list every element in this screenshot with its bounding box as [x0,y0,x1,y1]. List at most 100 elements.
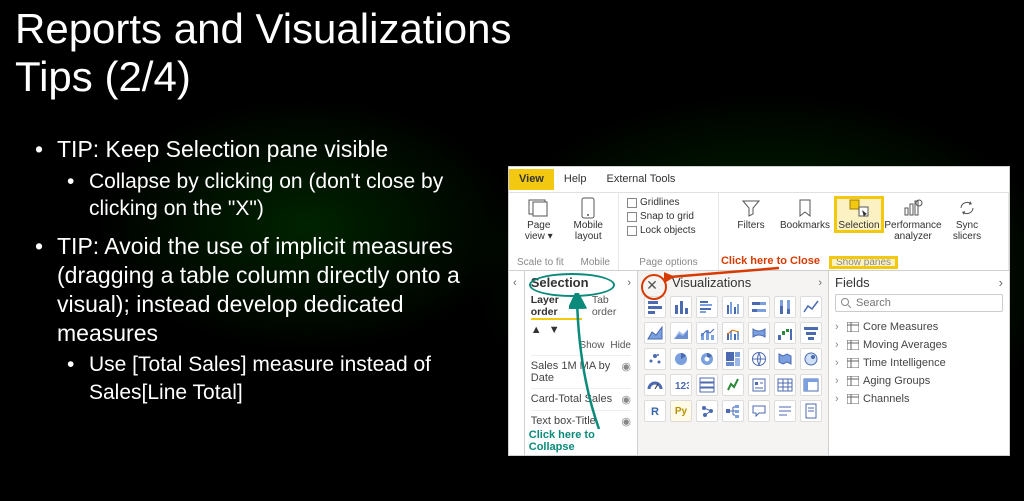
reorder-arrows[interactable]: ▲ ▼ [531,324,631,336]
map-icon[interactable] [748,348,770,370]
stacked-bar-icon[interactable] [644,296,666,318]
eye-icon[interactable]: ◉ [621,360,631,384]
annotation-collapse-text: Click here to Collapse [529,429,637,453]
bookmark-icon [791,197,819,219]
svg-text:R: R [651,406,659,418]
r-visual-icon[interactable]: R [644,400,666,422]
table-icon[interactable] [774,374,796,396]
svg-text:123: 123 [675,381,689,392]
filters-collapsed-tab[interactable]: ‹ Filters [509,271,525,455]
chevron-right-icon[interactable]: › [999,275,1003,290]
gridlines-checkbox[interactable]: Gridlines [627,197,696,208]
tab-external-tools[interactable]: External Tools [597,169,686,190]
clustered-column-icon[interactable] [722,296,744,318]
page-view-button[interactable]: Page view ▾ [517,197,561,242]
selection-icon [845,197,873,219]
card-icon[interactable]: 123 [670,374,692,396]
chevron-down-icon: ▾ [548,231,553,242]
funnel-icon [737,197,765,219]
chevron-right-icon[interactable]: › [818,277,822,289]
tab-view[interactable]: View [509,169,554,190]
bookmarks-button[interactable]: Bookmarks [781,197,829,232]
bullet-tip-1: TIP: Keep Selection pane visible [35,135,465,164]
field-table[interactable]: ›Channels [835,390,1003,408]
qa-visual-icon[interactable] [748,400,770,422]
azure-map-icon[interactable] [800,348,822,370]
matrix-icon[interactable] [800,374,822,396]
table-icon [847,394,859,404]
field-table[interactable]: ›Core Measures [835,318,1003,336]
scatter-icon[interactable] [644,348,666,370]
kpi-icon[interactable] [722,374,744,396]
mobile-layout-button[interactable]: Mobile layout [567,197,611,242]
bullet-list: TIP: Keep Selection pane visible Collaps… [35,135,465,416]
filters-button[interactable]: Filters [727,197,775,232]
pie-icon[interactable] [670,348,692,370]
chevron-right-icon[interactable]: › [627,277,631,289]
caret-icon: › [835,393,843,405]
snap-to-grid-checkbox[interactable]: Snap to grid [627,211,696,222]
title-line-1: Reports and Visualizations [15,5,512,53]
sync-slicers-button[interactable]: Sync slicers [943,197,991,242]
eye-icon[interactable]: ◉ [621,415,631,428]
stacked-bar-100-icon[interactable] [748,296,770,318]
selection-pane-title: Selection [531,275,589,290]
chevron-left-icon: ‹ [513,277,517,289]
gauge-icon[interactable] [644,374,666,396]
line-clustered-column-icon[interactable] [722,322,744,344]
stacked-column-icon[interactable] [670,296,692,318]
visualizations-pane: Click here to Close ✕ Visualizations › [638,271,829,455]
python-visual-icon[interactable]: Py [670,400,692,422]
smart-narrative-icon[interactable] [774,400,796,422]
table-icon [847,376,859,386]
hide-all-button[interactable]: Hide [610,340,631,351]
ribbon-chart-icon[interactable] [748,322,770,344]
performance-analyzer-button[interactable]: Performance analyzer [889,197,937,242]
waterfall-icon[interactable] [774,322,796,344]
ribbon-tabs: View Help External Tools [509,167,1009,193]
table-icon [847,358,859,368]
lock-objects-checkbox[interactable]: Lock objects [627,225,696,236]
selection-button[interactable]: Selection [835,197,883,232]
treemap-icon[interactable] [722,348,744,370]
table-icon [847,322,859,332]
stacked-column-100-icon[interactable] [774,296,796,318]
performance-icon [899,197,927,219]
selection-item[interactable]: Card-Total Sales◉ [531,388,631,410]
key-influencers-icon[interactable] [696,400,718,422]
caret-icon: › [835,321,843,333]
show-all-button[interactable]: Show [579,340,604,351]
layer-order-tab[interactable]: Layer order [531,294,582,320]
field-table[interactable]: ›Aging Groups [835,372,1003,390]
multi-row-card-icon[interactable] [696,374,718,396]
mobile-icon [574,197,602,219]
clustered-bar-icon[interactable] [696,296,718,318]
stacked-area-icon[interactable] [670,322,692,344]
fields-search[interactable] [835,294,1003,312]
fields-title: Fields [835,275,870,290]
close-button[interactable]: ✕ [642,275,662,295]
field-table[interactable]: ›Moving Averages [835,336,1003,354]
selection-item[interactable]: Sales 1M MA by Date◉ [531,355,631,388]
decomposition-tree-icon[interactable] [722,400,744,422]
visualization-picker: 123 R Py [644,296,822,422]
tab-help[interactable]: Help [554,169,597,190]
slide-title: Reports and Visualizations Tips (2/4) [15,5,512,102]
donut-icon[interactable] [696,348,718,370]
funnel-icon[interactable] [800,322,822,344]
ribbon-group-scale: Page view ▾ Mobile layout Scale to fitMo… [509,193,619,270]
powerbi-screenshot: View Help External Tools Page view ▾ Mob… [508,166,1010,456]
caret-icon: › [835,375,843,387]
filled-map-icon[interactable] [774,348,796,370]
field-table[interactable]: ›Time Intelligence [835,354,1003,372]
bullet-tip-1-sub: Collapse by clicking on (don't close by … [67,168,465,223]
paginated-report-icon[interactable] [800,400,822,422]
search-input[interactable] [856,297,998,309]
line-chart-icon[interactable] [800,296,822,318]
area-chart-icon[interactable] [644,322,666,344]
eye-icon[interactable]: ◉ [621,393,631,406]
slicer-icon[interactable] [748,374,770,396]
tab-order-tab[interactable]: Tab order [592,294,631,320]
caret-icon: › [835,339,843,351]
line-stacked-column-icon[interactable] [696,322,718,344]
